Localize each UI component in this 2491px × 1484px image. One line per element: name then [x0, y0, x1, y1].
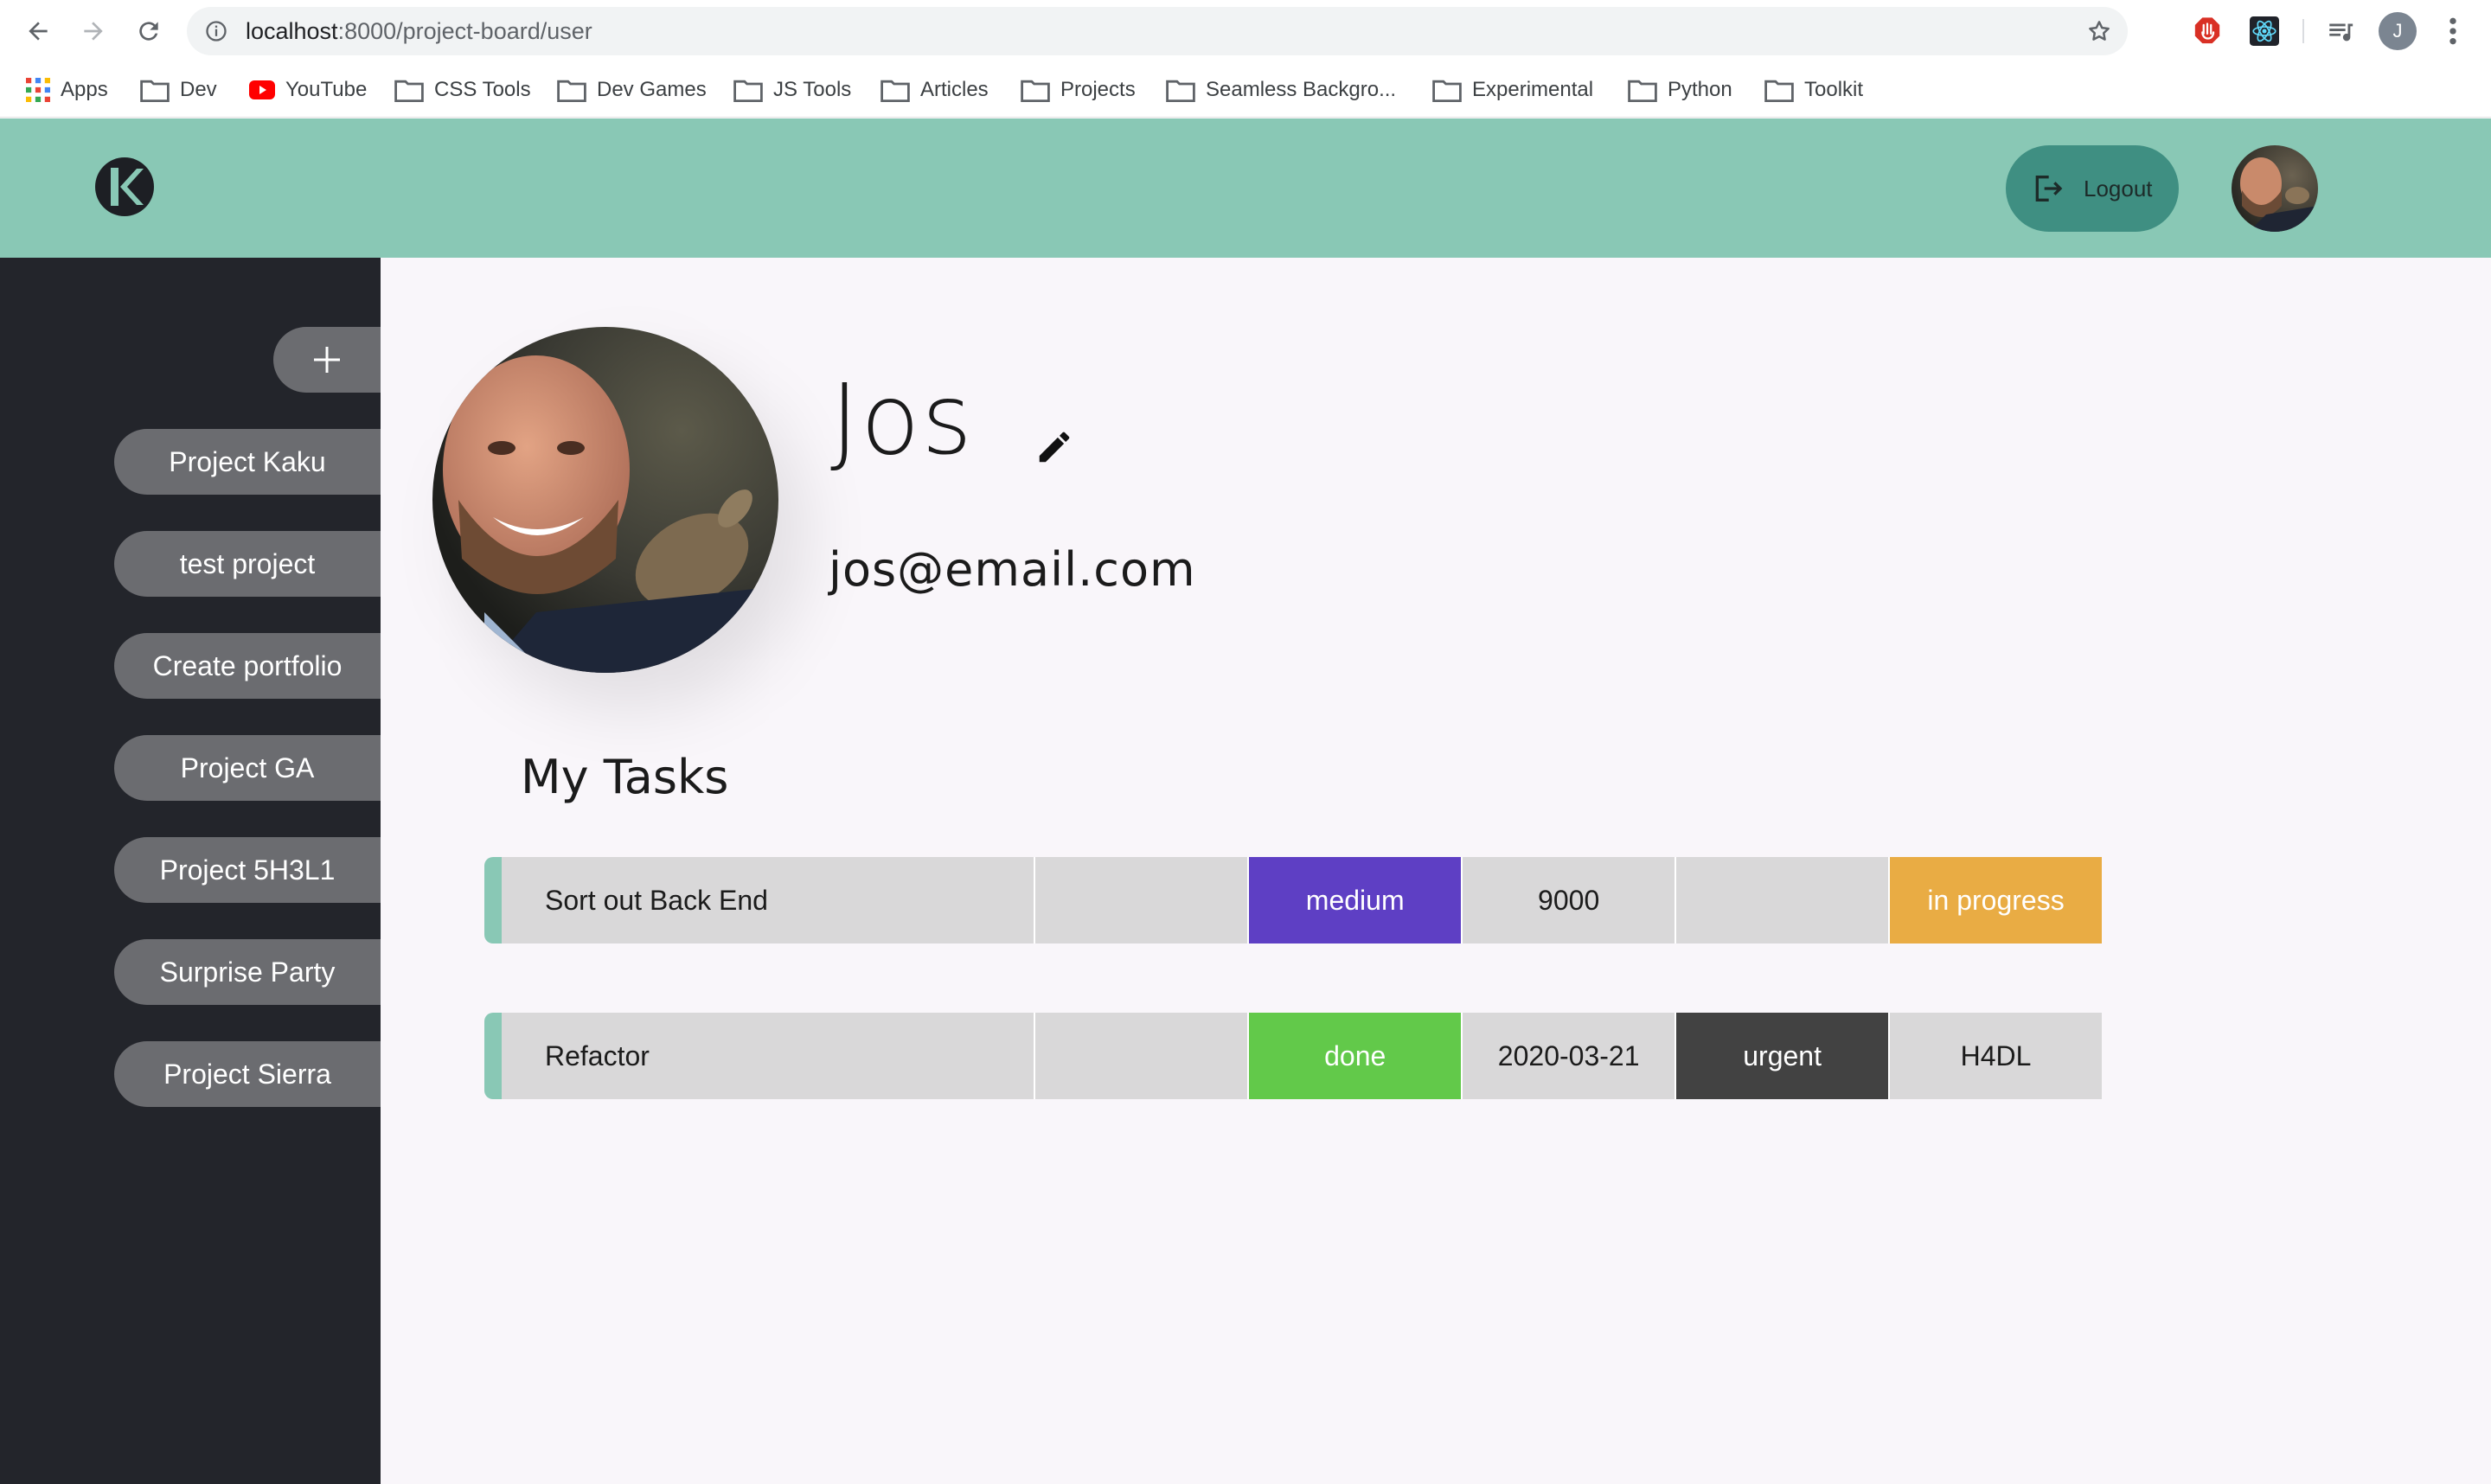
bookmark-youtube[interactable]: YouTube [249, 62, 367, 118]
folder-icon [1166, 80, 1195, 102]
reload-icon[interactable] [131, 14, 166, 48]
logout-button[interactable]: Logout [2006, 145, 2179, 232]
react-devtools-icon[interactable] [2247, 14, 2282, 48]
bookmark-articles[interactable]: Articles [880, 62, 989, 118]
sidebar-item-project-sierra[interactable]: Project Sierra [114, 1041, 381, 1107]
sidebar-item-test-project[interactable]: test project [114, 531, 381, 597]
sidebar-item-create-portfolio[interactable]: Create portfolio [114, 633, 381, 699]
profile-photo [432, 327, 778, 673]
tasks-heading: My Tasks [521, 750, 729, 804]
task-points[interactable]: 9000 [1461, 857, 1675, 943]
task-due-date[interactable]: 2020-03-21 [1461, 1013, 1675, 1099]
more-menu-icon[interactable] [2437, 12, 2469, 50]
bookmark-js-tools[interactable]: JS Tools [733, 62, 851, 118]
edit-pencil-icon[interactable] [1034, 427, 1074, 467]
forward-arrow-icon[interactable] [76, 14, 111, 48]
bookmark-label: Toolkit [1804, 78, 1864, 101]
task-name[interactable]: Sort out Back End [502, 857, 1034, 943]
bookmark-label: Apps [61, 78, 108, 101]
bookmark-label: Dev Games [597, 78, 707, 101]
adblock-extension-icon[interactable] [2190, 14, 2225, 48]
user-avatar[interactable] [2232, 145, 2318, 232]
bookmark-label: JS Tools [773, 78, 852, 101]
toolbar-divider [2302, 19, 2304, 43]
plus-icon [314, 347, 340, 373]
bookmark-dev[interactable]: Dev [140, 62, 217, 118]
address-bar[interactable]: localhost:8000/project-board/user [187, 7, 2128, 55]
folder-icon [394, 80, 424, 102]
apps-grid-icon [26, 78, 50, 102]
task-row[interactable]: Refactor done 2020-03-21 urgent H4DL [484, 1013, 2103, 1099]
browser-toolbar: localhost:8000/project-board/user J [0, 0, 2491, 62]
task-status[interactable]: done [1247, 1013, 1462, 1099]
browser-profile-avatar[interactable]: J [2379, 12, 2417, 50]
task-cell-empty[interactable] [1034, 1013, 1248, 1099]
bookmark-label: Projects [1060, 78, 1136, 101]
task-cell-empty[interactable] [1675, 857, 1889, 943]
task-row[interactable]: Sort out Back End medium 9000 in progres… [484, 857, 2103, 943]
bookmark-experimental[interactable]: Experimental [1432, 62, 1593, 118]
bookmark-label: Experimental [1472, 78, 1594, 101]
star-icon[interactable] [2086, 18, 2112, 48]
task-accent-bar [484, 1013, 502, 1099]
add-project-button[interactable] [273, 327, 381, 393]
bookmark-css-tools[interactable]: CSS Tools [394, 62, 531, 118]
bookmark-label: Seamless Backgro... [1206, 78, 1397, 101]
youtube-icon [249, 80, 275, 99]
bookmark-python[interactable]: Python [1628, 62, 1732, 118]
bookmark-label: Articles [920, 78, 989, 101]
info-icon[interactable] [204, 19, 228, 48]
folder-icon [733, 80, 763, 102]
bookmark-label: YouTube [285, 78, 368, 101]
folder-icon [557, 80, 586, 102]
sidebar-item-surprise-party[interactable]: Surprise Party [114, 939, 381, 1005]
bookmark-projects[interactable]: Projects [1021, 62, 1136, 118]
sidebar-item-project-ga[interactable]: Project GA [114, 735, 381, 801]
sidebar-item-project-5h3l1[interactable]: Project 5H3L1 [114, 837, 381, 903]
logout-label: Logout [2084, 175, 2153, 201]
bookmark-label: Python [1668, 78, 1732, 101]
folder-icon [140, 80, 170, 102]
app-logo[interactable] [93, 156, 156, 218]
profile-email: jos@email.com [829, 542, 1196, 597]
bookmarks-bar: Apps Dev YouTube CSS Tools Dev Games JS … [0, 62, 2491, 118]
task-priority[interactable]: urgent [1675, 1013, 1889, 1099]
sidebar-item-project-kaku[interactable]: Project Kaku [114, 429, 381, 495]
bookmark-seamless-backgrounds[interactable]: Seamless Backgro... [1166, 62, 1396, 118]
logout-icon [2035, 176, 2063, 201]
folder-icon [1764, 80, 1794, 102]
back-arrow-icon[interactable] [21, 14, 55, 48]
task-cell-empty[interactable] [1034, 857, 1248, 943]
task-code[interactable]: H4DL [1888, 1013, 2103, 1099]
profile-name: Jos [830, 364, 974, 477]
bookmark-dev-games[interactable]: Dev Games [557, 62, 707, 118]
bookmark-apps[interactable]: Apps [26, 62, 108, 118]
media-queue-icon[interactable] [2323, 14, 2358, 48]
url-text: localhost:8000/project-board/user [246, 7, 592, 55]
folder-icon [1432, 80, 1462, 102]
folder-icon [1628, 80, 1657, 102]
folder-icon [1021, 80, 1050, 102]
bookmark-toolkit[interactable]: Toolkit [1764, 62, 1863, 118]
task-accent-bar [484, 857, 502, 943]
url-host: localhost [246, 18, 338, 44]
task-status[interactable]: in progress [1888, 857, 2103, 943]
bookmark-label: Dev [180, 78, 217, 101]
folder-icon [880, 80, 910, 102]
bookmark-label: CSS Tools [434, 78, 531, 101]
task-priority[interactable]: medium [1247, 857, 1462, 943]
task-name[interactable]: Refactor [502, 1013, 1034, 1099]
url-path: :8000/project-board/user [337, 18, 592, 44]
